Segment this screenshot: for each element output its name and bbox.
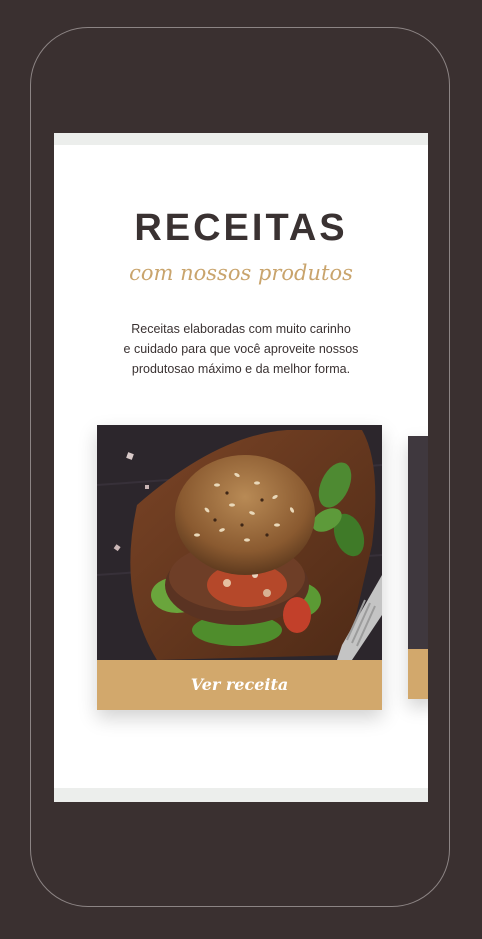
description-line: e cuidado para que você aproveite nossos bbox=[123, 342, 359, 356]
section-title: RECEITAS bbox=[134, 207, 348, 249]
view-recipe-button-next[interactable] bbox=[408, 649, 428, 699]
description-line: produtosao máximo e da melhor forma. bbox=[131, 362, 351, 376]
section-description: Receitas elaboradas com muito carinho e … bbox=[94, 319, 388, 379]
section-subtitle: com nossos produtos bbox=[129, 261, 353, 285]
screen-top-strip bbox=[54, 133, 428, 145]
burger-image bbox=[97, 425, 382, 660]
recipe-card-next[interactable] bbox=[408, 436, 428, 699]
description-line: Receitas elaboradas com muito carinho bbox=[131, 322, 351, 336]
screen-bottom-strip bbox=[54, 788, 428, 802]
phone-screen: RECEITAS com nossos produtos Receitas el… bbox=[54, 133, 428, 802]
recipe-card[interactable]: Ver receita bbox=[97, 425, 382, 710]
view-recipe-button[interactable]: Ver receita bbox=[97, 660, 382, 710]
burger-illustration bbox=[97, 425, 382, 660]
device-stage: RECEITAS com nossos produtos Receitas el… bbox=[0, 0, 482, 939]
